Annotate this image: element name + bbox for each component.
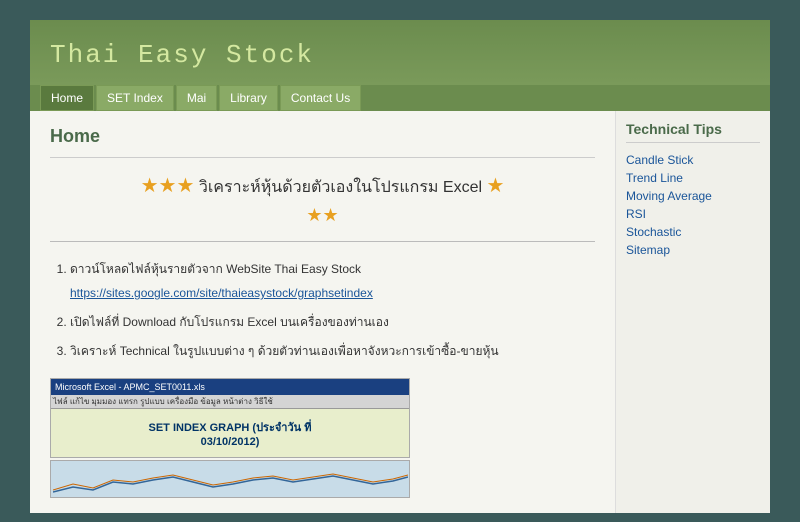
sidebar-title: Technical Tips: [626, 121, 760, 143]
list-item-2: เปิดไฟล์ที่ Download กับโปรแกรม Excel บน…: [70, 310, 595, 334]
list-item-1-text: ดาวน์โหลดไฟล์หุ้นรายตัวจาก WebSite Thai …: [70, 262, 361, 276]
header: Thai Easy Stock: [30, 20, 770, 85]
sub-stars: ★★: [50, 205, 595, 226]
site-title: Thai Easy Stock: [50, 40, 314, 70]
star-heading: ★★★ วิเคราะห์หุ้นด้วยตัวเองในโปรแกรม Exc…: [50, 173, 595, 200]
navbar: Home SET Index Mai Library Contact Us: [30, 85, 770, 111]
sidebar-link-stochastic[interactable]: Stochastic: [626, 223, 760, 241]
page-title: Home: [50, 126, 595, 147]
sidebar-link-candle[interactable]: Candle Stick: [626, 151, 760, 169]
menu-bar: ไฟล์ แก้ไข มุมมอง แทรก รูปแบบ เครื่องมือ…: [53, 395, 273, 408]
nav-library[interactable]: Library: [219, 85, 278, 111]
star-icon-1: ★★★: [141, 175, 195, 197]
divider-top: [50, 157, 595, 158]
list-item-1-link[interactable]: https://sites.google.com/site/thaieasyst…: [70, 286, 373, 300]
sidebar-link-rsi[interactable]: RSI: [626, 205, 760, 223]
sidebar-link-trend[interactable]: Trend Line: [626, 169, 760, 187]
heading-text: วิเคราะห์หุ้นด้วยตัวเองในโปรแกรม Excel: [199, 179, 487, 196]
nav-home[interactable]: Home: [40, 85, 94, 111]
star-icon-2: ★: [486, 175, 504, 197]
list-item-2-text: เปิดไฟล์ที่ Download กับโปรแกรม Excel บน…: [70, 315, 389, 329]
chart-svg: [53, 462, 408, 497]
sidebar-link-moving[interactable]: Moving Average: [626, 187, 760, 205]
screenshot-box[interactable]: Microsoft Excel - APMC_SET0011.xls ไฟล์ …: [50, 378, 410, 458]
sidebar: Technical Tips Candle Stick Trend Line M…: [615, 111, 770, 513]
list-item-1: ดาวน์โหลดไฟล์หุ้นรายตัวจาก WebSite Thai …: [70, 257, 595, 305]
main-wrapper: Thai Easy Stock Home SET Index Mai Libra…: [30, 20, 770, 513]
sidebar-link-sitemap[interactable]: Sitemap: [626, 241, 760, 259]
list-item-3: วิเคราะห์ Technical ในรูปแบบต่าง ๆ ด้วยต…: [70, 339, 595, 363]
nav-mai[interactable]: Mai: [176, 85, 217, 111]
screenshot-container: Microsoft Excel - APMC_SET0011.xls ไฟล์ …: [50, 378, 410, 498]
nav-contact-us[interactable]: Contact Us: [280, 85, 361, 111]
main-content: Home ★★★ วิเคราะห์หุ้นด้วยตัวเองในโปรแกร…: [30, 111, 615, 513]
screenshot-area: Microsoft Excel - APMC_SET0011.xls ไฟล์ …: [50, 378, 595, 498]
chart-simulation: [50, 460, 410, 498]
star-icon-3: ★★: [306, 205, 338, 225]
nav-set-index[interactable]: SET Index: [96, 85, 174, 111]
list-item-3-text: วิเคราะห์ Technical ในรูปแบบต่าง ๆ ด้วยต…: [70, 344, 499, 358]
divider-mid: [50, 241, 595, 242]
window-title-bar: Microsoft Excel - APMC_SET0011.xls: [55, 382, 205, 392]
instructions-list: ดาวน์โหลดไฟล์หุ้นรายตัวจาก WebSite Thai …: [70, 257, 595, 363]
screenshot-label: SET INDEX GRAPH (ประจำวัน ที่03/10/2012): [149, 418, 312, 448]
screenshot-inner: Microsoft Excel - APMC_SET0011.xls ไฟล์ …: [51, 379, 409, 457]
content-area: Home ★★★ วิเคราะห์หุ้นด้วยตัวเองในโปรแกร…: [30, 111, 770, 513]
